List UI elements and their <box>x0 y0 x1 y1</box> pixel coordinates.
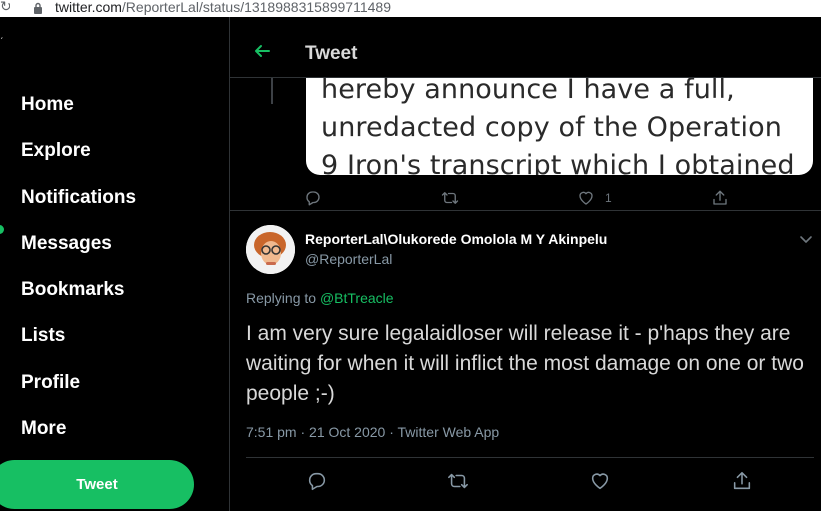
tweet-actions <box>230 470 821 500</box>
sidebar-logo-fragment: ˊ <box>0 37 4 48</box>
url-domain: twitter.com <box>55 0 122 15</box>
chevron-down-icon[interactable] <box>798 231 814 247</box>
sidebar: ˊ Home Explore Notifications Messages Bo… <box>0 17 229 511</box>
reply-button[interactable] <box>304 187 322 209</box>
page-title: Tweet <box>305 43 358 64</box>
like-button[interactable] <box>589 470 611 492</box>
like-count: 1 <box>605 191 612 205</box>
sidebar-item-bookmarks[interactable]: Bookmarks <box>21 279 125 301</box>
url-path: /ReporterLal/status/1318988315899711489 <box>121 0 391 15</box>
reply-icon <box>308 472 326 491</box>
mention-link[interactable]: @BtTreacle <box>320 290 394 306</box>
tweet-header: Tweet <box>230 17 821 78</box>
sidebar-item-messages[interactable]: Messages <box>21 233 112 255</box>
image-text-line: unredacted copy of the Operation <box>321 112 782 143</box>
replying-to: Replying to @BtTreacle <box>246 290 394 306</box>
meta-separator: · <box>296 424 310 440</box>
reload-icon[interactable]: ↻ <box>0 0 10 15</box>
tweet-text: I am very sure legalaidloser will releas… <box>246 322 804 405</box>
browser-address-bar[interactable]: ↻ twitter.com/ReporterLal/status/1318988… <box>0 0 821 17</box>
sidebar-item-explore[interactable]: Explore <box>21 140 91 162</box>
parent-tweet-image[interactable]: hereby announce I have a full, unredacte… <box>306 62 813 175</box>
heart-icon <box>591 473 609 490</box>
share-icon <box>733 471 751 490</box>
retweet-icon <box>441 192 459 204</box>
like-button[interactable]: 1 <box>577 187 612 209</box>
retweet-button[interactable] <box>440 187 460 209</box>
sidebar-item-profile[interactable]: Profile <box>21 372 80 394</box>
main-column: hereby announce I have a full, unredacte… <box>229 17 821 511</box>
divider <box>230 210 821 211</box>
image-text-line: hereby announce I have a full, <box>321 74 735 105</box>
avatar[interactable] <box>246 225 295 274</box>
author-handle[interactable]: @ReporterLal <box>305 251 392 267</box>
retweet-icon <box>448 473 468 489</box>
author-name[interactable]: ReporterLal\Olukorede Omolola M Y Akinpe… <box>305 231 607 247</box>
retweet-button[interactable] <box>446 470 470 492</box>
notification-dot <box>0 225 4 234</box>
sidebar-item-notifications[interactable]: Notifications <box>21 187 136 209</box>
sidebar-item-home[interactable]: Home <box>21 94 74 116</box>
tweet-source[interactable]: Twitter Web App <box>398 424 500 440</box>
image-text-line: 9 Iron's transcript which I obtained <box>321 150 795 175</box>
tweet-meta: 7:51 pm · 21 Oct 2020 · Twitter Web App <box>246 424 499 440</box>
sidebar-item-lists[interactable]: Lists <box>21 325 65 347</box>
avatar-image <box>246 225 295 274</box>
parent-tweet-actions: 1 <box>230 187 821 217</box>
replying-prefix: Replying to <box>246 290 317 306</box>
heart-icon <box>579 191 593 205</box>
lock-icon[interactable] <box>33 2 43 14</box>
tweet-time[interactable]: 7:51 pm <box>246 424 297 440</box>
tweet-date[interactable]: 21 Oct 2020 <box>309 424 385 440</box>
reply-button[interactable] <box>306 470 328 492</box>
divider <box>246 457 814 458</box>
tweet-button[interactable]: Tweet <box>0 460 194 509</box>
share-icon <box>713 190 727 205</box>
url-text[interactable]: twitter.com/ReporterLal/status/131898831… <box>55 0 391 15</box>
share-button[interactable] <box>711 187 729 209</box>
reply-icon <box>306 191 320 206</box>
meta-separator: · <box>385 424 398 440</box>
arrow-left-icon[interactable] <box>252 41 272 61</box>
thread-line <box>271 78 273 104</box>
sidebar-item-more[interactable]: More <box>21 418 66 440</box>
share-button[interactable] <box>731 470 753 492</box>
